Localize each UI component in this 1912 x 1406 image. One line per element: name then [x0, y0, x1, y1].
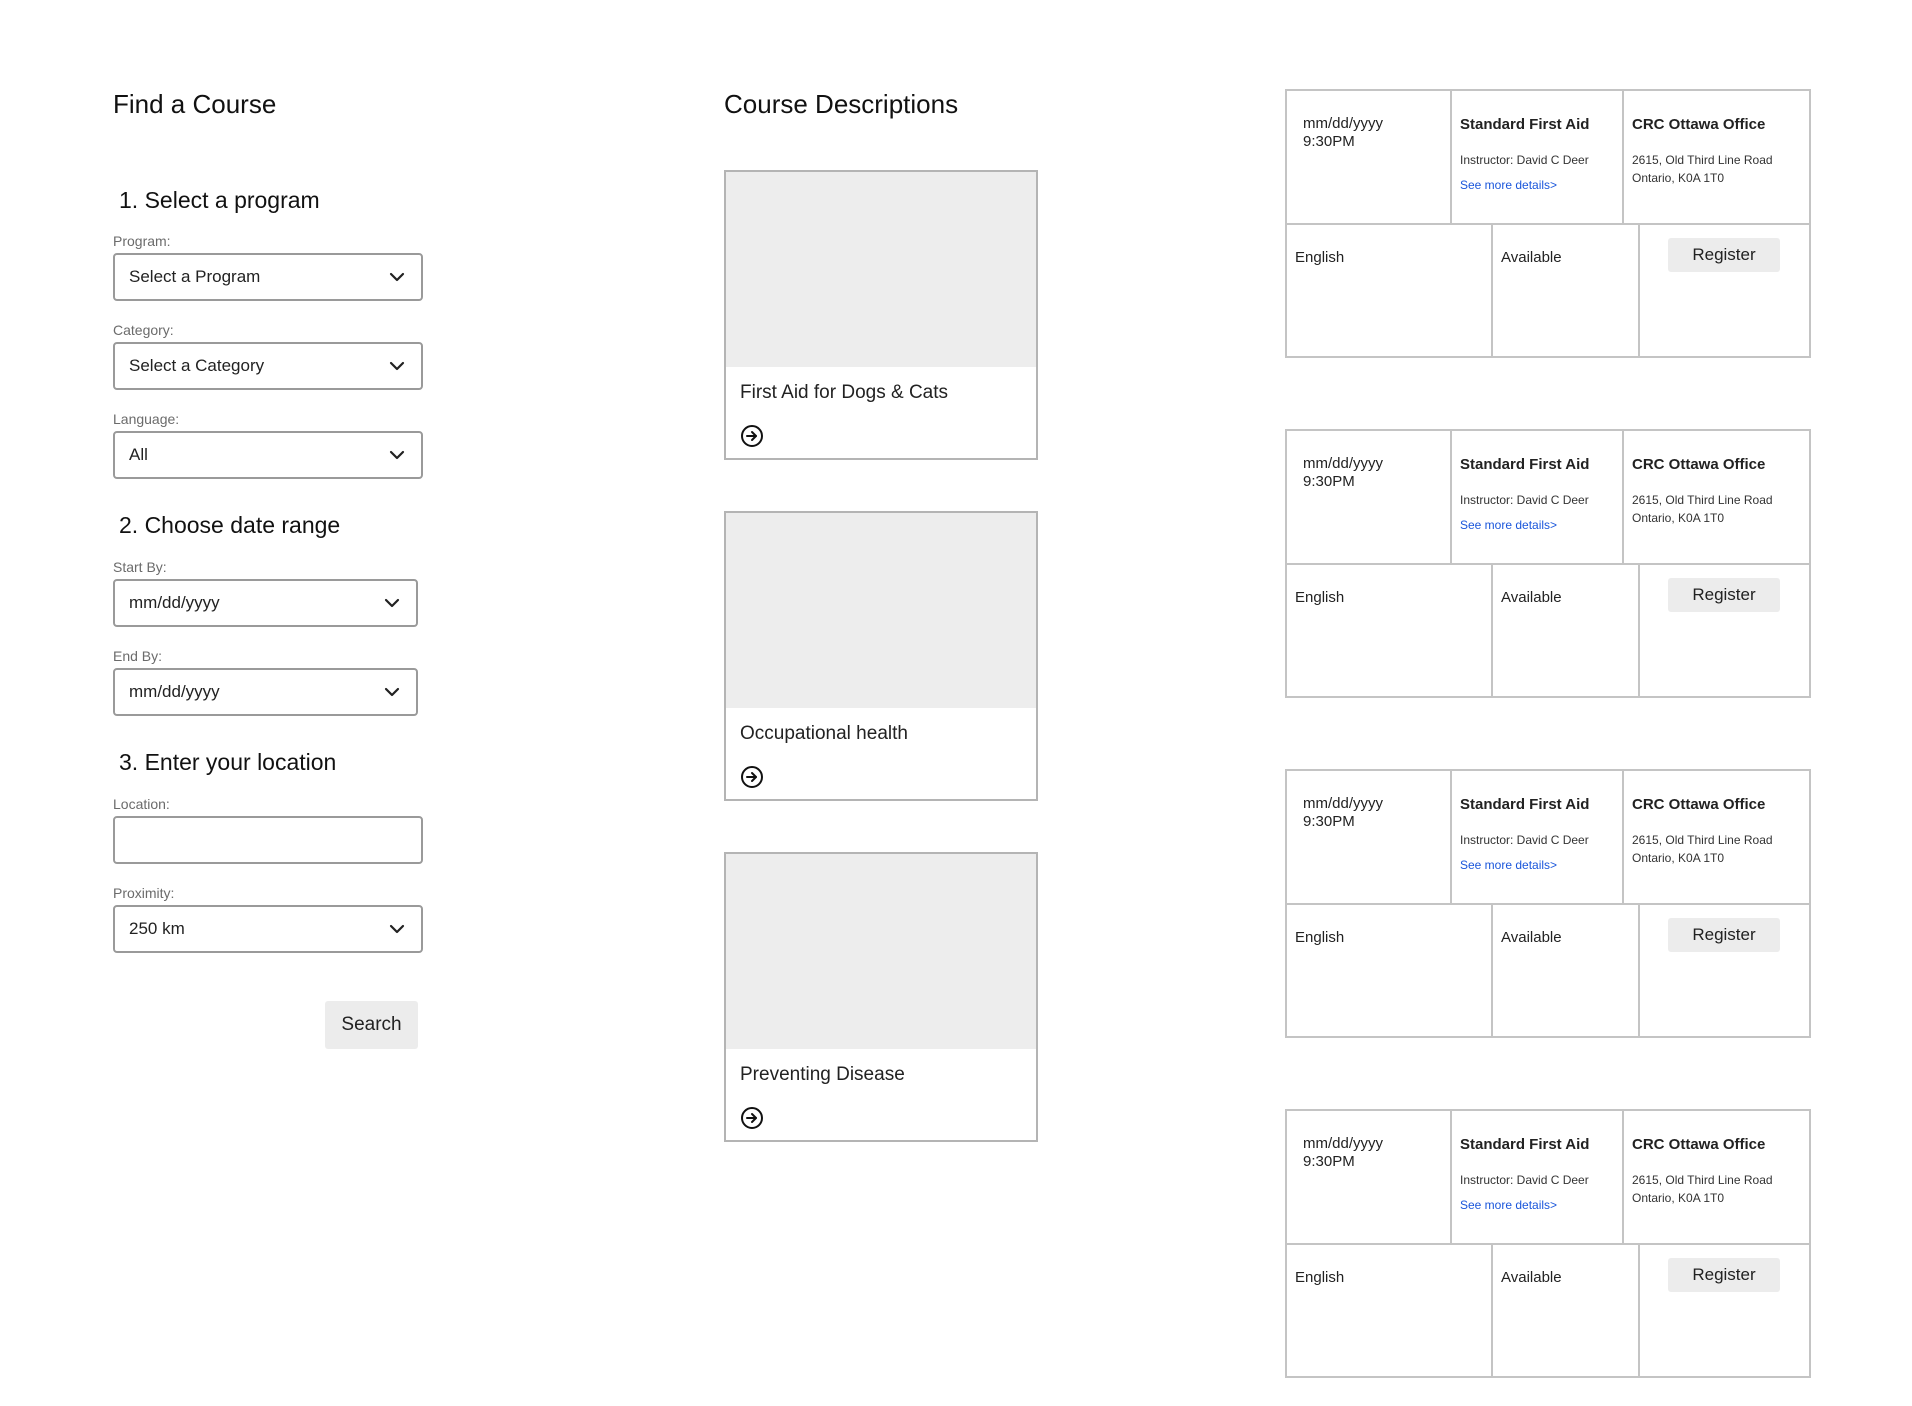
- session-course-name: Standard First Aid: [1460, 1136, 1590, 1153]
- session-time: 9:30PM: [1303, 813, 1355, 830]
- session-date: mm/dd/yyyy: [1303, 455, 1384, 472]
- session-address-line1: 2615, Old Third Line Road: [1632, 1173, 1773, 1187]
- session-office: CRC Ottawa Office: [1632, 796, 1766, 813]
- step-location-heading: 3. Enter your location: [119, 749, 337, 775]
- end-date-select[interactable]: mm/dd/yyyy: [113, 668, 418, 716]
- session-language: English: [1295, 589, 1345, 606]
- session-date: mm/dd/yyyy: [1303, 115, 1384, 132]
- language-label: Language:: [113, 411, 180, 427]
- start-by-label: Start By:: [113, 559, 167, 575]
- proximity-select[interactable]: 250 km: [113, 905, 423, 953]
- language-select[interactable]: All: [113, 431, 423, 479]
- session-language: English: [1295, 249, 1345, 266]
- chevron-down-icon: [389, 450, 405, 460]
- start-date-value: mm/dd/yyyy: [129, 593, 220, 612]
- session-status: Available: [1501, 929, 1562, 946]
- session-status: Available: [1501, 589, 1562, 606]
- chevron-down-icon: [389, 272, 405, 282]
- see-more-details-link[interactable]: See more details>: [1460, 858, 1557, 872]
- step-select-program-heading: 1. Select a program: [119, 187, 320, 213]
- session-language: English: [1295, 1269, 1345, 1286]
- location-input[interactable]: [113, 816, 423, 864]
- course-name: Occupational health: [740, 723, 908, 744]
- course-name: Preventing Disease: [740, 1064, 905, 1085]
- arrow-circle-right-icon[interactable]: [740, 1106, 764, 1130]
- session-card: mm/dd/yyyy 9:30PM Standard First Aid Ins…: [1285, 769, 1811, 1038]
- course-descriptions-title: Course Descriptions: [724, 89, 959, 119]
- session-office: CRC Ottawa Office: [1632, 456, 1766, 473]
- session-instructor: Instructor: David C Deer: [1460, 833, 1589, 847]
- language-select-value: All: [129, 445, 148, 464]
- register-button[interactable]: Register: [1668, 578, 1780, 612]
- session-office: CRC Ottawa Office: [1632, 116, 1766, 133]
- start-date-select[interactable]: mm/dd/yyyy: [113, 579, 418, 627]
- chevron-down-icon: [389, 361, 405, 371]
- arrow-circle-right-icon[interactable]: [740, 424, 764, 448]
- register-button[interactable]: Register: [1668, 918, 1780, 952]
- program-select-value: Select a Program: [129, 267, 261, 286]
- session-address-line1: 2615, Old Third Line Road: [1632, 833, 1773, 847]
- see-more-details-link[interactable]: See more details>: [1460, 518, 1557, 532]
- arrow-circle-right-icon[interactable]: [740, 765, 764, 789]
- course-image-placeholder: [726, 172, 1036, 367]
- session-time: 9:30PM: [1303, 133, 1355, 150]
- session-instructor: Instructor: David C Deer: [1460, 153, 1589, 167]
- proximity-label: Proximity:: [113, 885, 175, 901]
- course-image-placeholder: [726, 513, 1036, 708]
- session-address-line2: Ontario, K0A 1T0: [1632, 511, 1725, 525]
- session-date: mm/dd/yyyy: [1303, 1135, 1384, 1152]
- see-more-details-link[interactable]: See more details>: [1460, 1198, 1557, 1212]
- course-card[interactable]: Occupational health: [724, 511, 1038, 801]
- session-card: mm/dd/yyyy 9:30PM Standard First Aid Ins…: [1285, 89, 1811, 358]
- session-address-line1: 2615, Old Third Line Road: [1632, 153, 1773, 167]
- end-by-label: End By:: [113, 648, 163, 664]
- session-course-name: Standard First Aid: [1460, 796, 1590, 813]
- see-more-details-link[interactable]: See more details>: [1460, 178, 1557, 192]
- page-title: Find a Course: [113, 89, 277, 119]
- category-select[interactable]: Select a Category: [113, 342, 423, 390]
- session-instructor: Instructor: David C Deer: [1460, 493, 1589, 507]
- session-status: Available: [1501, 1269, 1562, 1286]
- session-date: mm/dd/yyyy: [1303, 795, 1384, 812]
- session-address-line1: 2615, Old Third Line Road: [1632, 493, 1773, 507]
- register-button[interactable]: Register: [1668, 1258, 1780, 1292]
- session-course-name: Standard First Aid: [1460, 456, 1590, 473]
- session-time: 9:30PM: [1303, 1153, 1355, 1170]
- program-label: Program:: [113, 233, 171, 249]
- session-office: CRC Ottawa Office: [1632, 1136, 1766, 1153]
- session-instructor: Instructor: David C Deer: [1460, 1173, 1589, 1187]
- session-card: mm/dd/yyyy 9:30PM Standard First Aid Ins…: [1285, 429, 1811, 698]
- session-course-name: Standard First Aid: [1460, 116, 1590, 133]
- session-language: English: [1295, 929, 1345, 946]
- course-image-placeholder: [726, 854, 1036, 1049]
- course-name: First Aid for Dogs & Cats: [740, 382, 949, 403]
- search-button[interactable]: Search: [325, 1001, 418, 1049]
- program-select[interactable]: Select a Program: [113, 253, 423, 301]
- session-address-line2: Ontario, K0A 1T0: [1632, 1191, 1725, 1205]
- course-card[interactable]: Preventing Disease: [724, 852, 1038, 1142]
- location-label: Location:: [113, 796, 170, 812]
- category-label: Category:: [113, 322, 174, 338]
- session-status: Available: [1501, 249, 1562, 266]
- step-date-range-heading: 2. Choose date range: [119, 512, 341, 538]
- session-address-line2: Ontario, K0A 1T0: [1632, 171, 1725, 185]
- chevron-down-icon: [384, 598, 400, 608]
- chevron-down-icon: [389, 924, 405, 934]
- session-card: mm/dd/yyyy 9:30PM Standard First Aid Ins…: [1285, 1109, 1811, 1378]
- session-address-line2: Ontario, K0A 1T0: [1632, 851, 1725, 865]
- proximity-select-value: 250 km: [129, 919, 185, 938]
- end-date-value: mm/dd/yyyy: [129, 682, 220, 701]
- category-select-value: Select a Category: [129, 356, 265, 375]
- session-time: 9:30PM: [1303, 473, 1355, 490]
- register-button[interactable]: Register: [1668, 238, 1780, 272]
- course-card[interactable]: First Aid for Dogs & Cats: [724, 170, 1038, 460]
- chevron-down-icon: [384, 687, 400, 697]
